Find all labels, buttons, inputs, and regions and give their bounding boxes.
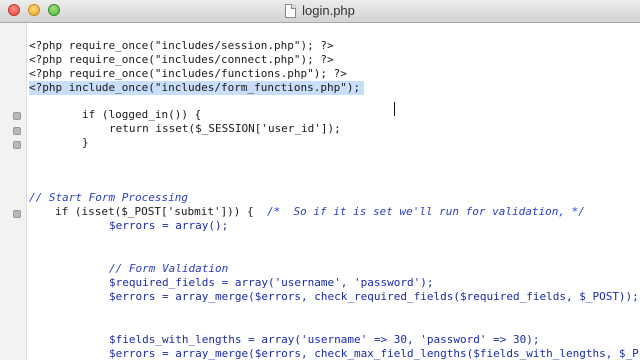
code-line-2: <?php require_once("includes/connect.php…: [29, 53, 334, 66]
code-line-8: }: [82, 136, 89, 149]
code-line-6: if (logged_in()) {: [82, 108, 202, 121]
code-line-required-fields: $required_fields = array('username', 'pa…: [109, 276, 434, 289]
window-title: login.php: [302, 3, 355, 18]
editor-gutter: [0, 23, 27, 360]
code-line-fields-lengths: $fields_with_lengths = array('username' …: [109, 333, 540, 346]
window-title-area: login.php: [0, 3, 640, 21]
code-comment-start-form: // Start Form Processing: [29, 191, 188, 204]
fold-marker-icon[interactable]: [13, 210, 21, 218]
code-line-errors: $errors = array();: [109, 219, 229, 232]
document-icon: [285, 3, 297, 18]
text-cursor: [394, 102, 395, 116]
code-line-errors-merge-1: $errors = array_merge($errors, check_req…: [109, 290, 639, 303]
code-line-7: return isset($_SESSION['user_id']);: [109, 122, 341, 135]
code-comment-form-validation: // Form Validation: [109, 262, 229, 275]
fold-marker-icon[interactable]: [13, 127, 21, 135]
code-line-if-post: if (isset($_POST['submit'])) {: [55, 205, 254, 218]
code-line-4-selected: <?php include_once("includes/form_functi…: [29, 81, 365, 95]
code-line-errors-merge-2: $errors = array_merge($errors, check_max…: [109, 347, 639, 360]
code-line-1: <?php require_once("includes/session.php…: [29, 39, 334, 52]
fold-marker-icon[interactable]: [13, 141, 21, 149]
code-editor[interactable]: <?php require_once("includes/session.php…: [29, 23, 640, 360]
code-line-3: <?php require_once("includes/functions.p…: [29, 67, 347, 80]
window-titlebar: login.php: [0, 0, 640, 23]
fold-marker-icon[interactable]: [13, 112, 21, 120]
code-comment-validation: /* So if it is set we'll run for validat…: [267, 205, 585, 218]
